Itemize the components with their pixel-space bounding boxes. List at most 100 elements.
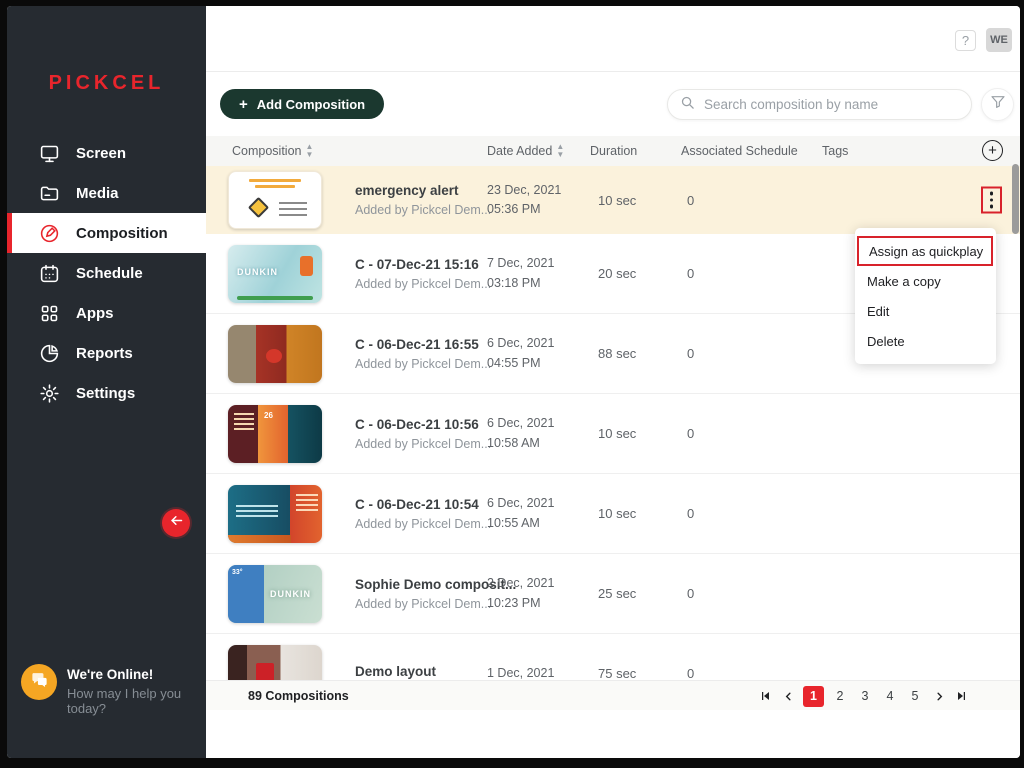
toolbar: + Add Composition bbox=[206, 72, 1020, 136]
sidebar-item-settings[interactable]: Settings bbox=[7, 373, 206, 413]
pagination-last-button[interactable] bbox=[954, 688, 970, 704]
composition-title: Demo layout bbox=[355, 664, 436, 679]
pencil-icon bbox=[38, 222, 60, 244]
composition-title: C - 06-Dec-21 10:56 bbox=[355, 417, 491, 432]
chat-widget[interactable]: We're Online! How may I help you today? bbox=[21, 664, 206, 716]
chat-launcher-button[interactable] bbox=[21, 664, 57, 700]
chat-status-title: We're Online! bbox=[67, 667, 206, 682]
table-footer: 89 Compositions 1 2 3 4 5 bbox=[206, 680, 1020, 710]
pagination-page-2[interactable]: 2 bbox=[831, 686, 849, 706]
pagination: 1 2 3 4 5 bbox=[757, 681, 970, 711]
table-header: Composition ▲▼ Date Added ▲▼ Duration As… bbox=[206, 136, 1020, 166]
add-composition-label: Add Composition bbox=[257, 97, 365, 112]
arrow-left-icon bbox=[169, 513, 184, 533]
pagination-first-button[interactable] bbox=[757, 688, 773, 704]
composition-thumbnail: DUNKIN bbox=[228, 245, 322, 303]
date-added-cell: 6 Dec, 202110:58 AM bbox=[487, 414, 590, 453]
menu-item-edit[interactable]: Edit bbox=[855, 296, 996, 326]
composition-cell: 33° DUNKIN Sophie Demo composit... Added… bbox=[206, 565, 487, 623]
duration-cell: 20 sec bbox=[590, 266, 681, 281]
date-added-cell: 6 Dec, 202110:55 AM bbox=[487, 494, 590, 533]
composition-subtitle: Added by Pickcel Dem... bbox=[355, 203, 491, 217]
sidebar-item-media[interactable]: Media bbox=[7, 173, 206, 213]
sidebar-item-reports[interactable]: Reports bbox=[7, 333, 206, 373]
menu-item-make-a-copy[interactable]: Make a copy bbox=[855, 266, 996, 296]
composition-thumbnail bbox=[228, 171, 322, 229]
sidebar-item-label: Settings bbox=[76, 385, 135, 402]
top-header: ? WE bbox=[206, 6, 1020, 72]
apps-grid-icon bbox=[38, 302, 60, 324]
associated-schedule-cell: 0 bbox=[681, 193, 822, 208]
date-added-cell: 2 Dec, 202110:23 PM bbox=[487, 574, 590, 613]
pagination-next-button[interactable] bbox=[931, 688, 947, 704]
pagination-prev-button[interactable] bbox=[780, 688, 796, 704]
add-column-button[interactable]: + bbox=[982, 140, 1003, 161]
table-row[interactable]: 33° DUNKIN Sophie Demo composit... Added… bbox=[206, 554, 1020, 634]
duration-cell: 10 sec bbox=[590, 193, 681, 208]
sidebar-item-apps[interactable]: Apps bbox=[7, 293, 206, 333]
sidebar-item-label: Media bbox=[76, 185, 119, 202]
pagination-page-1[interactable]: 1 bbox=[803, 686, 824, 707]
funnel-icon bbox=[990, 94, 1006, 115]
pagination-page-5[interactable]: 5 bbox=[906, 686, 924, 706]
date-added-cell: 6 Dec, 202104:55 PM bbox=[487, 334, 590, 373]
chat-status-subtitle: How may I help you today? bbox=[67, 686, 206, 716]
table-row[interactable]: emergency alert Added by Pickcel Dem... … bbox=[206, 166, 1020, 234]
filter-button[interactable] bbox=[981, 88, 1014, 121]
sort-icon: ▲▼ bbox=[556, 143, 564, 159]
scrollbar-thumb[interactable] bbox=[1012, 164, 1019, 234]
associated-schedule-cell: 0 bbox=[681, 586, 822, 601]
screenshot-frame: PICKCEL Screen Media Composition bbox=[0, 0, 1024, 768]
column-label: Duration bbox=[590, 144, 637, 158]
associated-schedule-cell: 0 bbox=[681, 266, 822, 281]
menu-item-assign-as-quickplay[interactable]: Assign as quickplay bbox=[857, 236, 993, 266]
row-context-menu: Assign as quickplay Make a copy Edit Del… bbox=[855, 228, 996, 364]
sidebar-item-schedule[interactable]: Schedule bbox=[7, 253, 206, 293]
row-kebab-menu-button[interactable] bbox=[981, 187, 1002, 214]
sidebar-item-label: Schedule bbox=[76, 265, 143, 282]
table-row[interactable]: 26 C - 06-Dec-21 10:56 Added by Pickcel … bbox=[206, 394, 1020, 474]
column-header-date-added[interactable]: Date Added ▲▼ bbox=[487, 143, 590, 159]
pagination-page-4[interactable]: 4 bbox=[881, 686, 899, 706]
pickcel-logo: PICKCEL bbox=[7, 72, 206, 95]
pie-chart-icon bbox=[38, 342, 60, 364]
associated-schedule-cell: 0 bbox=[681, 666, 822, 680]
composition-cell: 26 C - 06-Dec-21 10:56 Added by Pickcel … bbox=[206, 405, 487, 463]
column-label: Composition bbox=[232, 144, 301, 158]
associated-schedule-cell: 0 bbox=[681, 506, 822, 521]
composition-cell: Demo layout bbox=[206, 645, 487, 681]
sidebar-item-screen[interactable]: Screen bbox=[7, 133, 206, 173]
sidebar-item-label: Composition bbox=[76, 225, 168, 242]
table-row[interactable]: Demo layout 1 Dec, 2021 75 sec 0 bbox=[206, 634, 1020, 680]
composition-cell: C - 06-Dec-21 10:54 Added by Pickcel Dem… bbox=[206, 485, 487, 543]
composition-thumbnail bbox=[228, 645, 322, 681]
table-row[interactable]: C - 06-Dec-21 10:54 Added by Pickcel Dem… bbox=[206, 474, 1020, 554]
composition-subtitle: Added by Pickcel Dem... bbox=[355, 437, 491, 451]
sidebar-collapse-button[interactable] bbox=[162, 509, 190, 537]
composition-title: C - 07-Dec-21 15:16 bbox=[355, 257, 491, 272]
duration-cell: 88 sec bbox=[590, 346, 681, 361]
composition-thumbnail bbox=[228, 325, 322, 383]
composition-title: emergency alert bbox=[355, 183, 491, 198]
composition-title: C - 06-Dec-21 16:55 bbox=[355, 337, 491, 352]
help-button[interactable]: ? bbox=[955, 30, 976, 51]
plus-icon: + bbox=[239, 96, 248, 113]
sidebar-item-composition[interactable]: Composition bbox=[7, 213, 206, 253]
search-input[interactable] bbox=[704, 97, 959, 112]
search-bar[interactable] bbox=[667, 89, 972, 120]
add-composition-button[interactable]: + Add Composition bbox=[220, 89, 384, 119]
user-avatar[interactable]: WE bbox=[986, 28, 1012, 52]
calendar-icon bbox=[38, 262, 60, 284]
composition-cell: C - 06-Dec-21 16:55 Added by Pickcel Dem… bbox=[206, 325, 487, 383]
pagination-page-3[interactable]: 3 bbox=[856, 686, 874, 706]
sidebar-item-label: Apps bbox=[76, 305, 114, 322]
associated-schedule-cell: 0 bbox=[681, 426, 822, 441]
composition-cell: emergency alert Added by Pickcel Dem... bbox=[206, 171, 487, 229]
duration-cell: 25 sec bbox=[590, 586, 681, 601]
column-header-composition[interactable]: Composition ▲▼ bbox=[206, 143, 487, 159]
composition-subtitle: Added by Pickcel Dem... bbox=[355, 357, 491, 371]
sidebar: PICKCEL Screen Media Composition bbox=[7, 6, 206, 758]
menu-item-delete[interactable]: Delete bbox=[855, 326, 996, 356]
compositions-count: 89 Compositions bbox=[248, 689, 349, 703]
associated-schedule-cell: 0 bbox=[681, 346, 822, 361]
